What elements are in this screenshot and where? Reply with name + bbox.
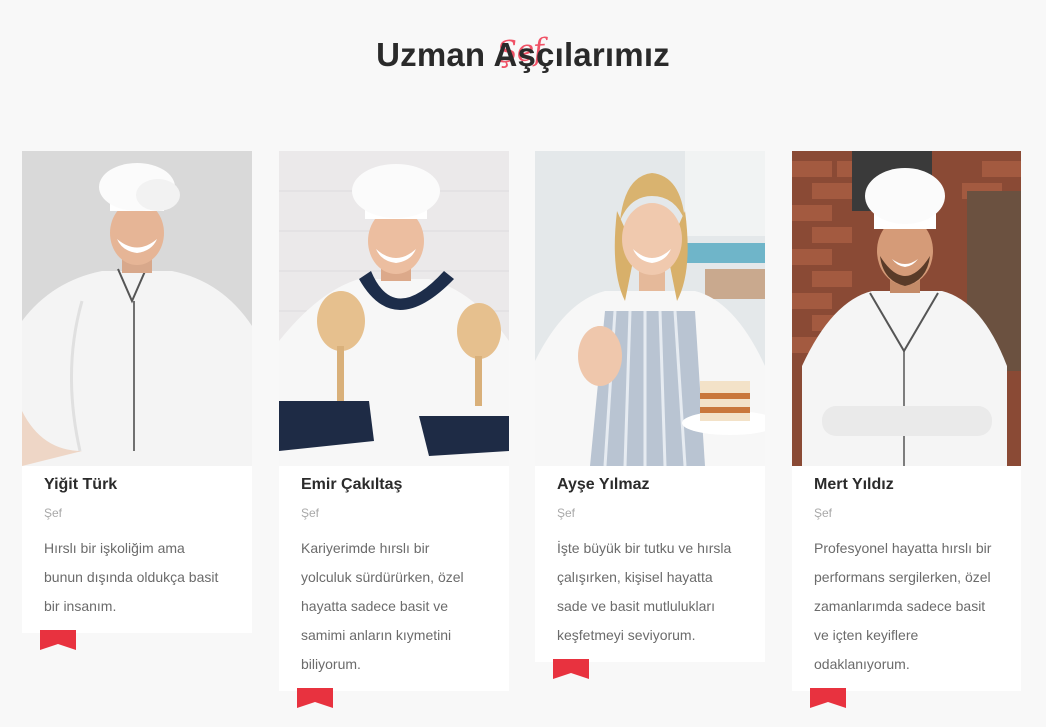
chef-card[interactable]: Emir Çakıltaş Şef Kariyerimde hırslı bir… (279, 151, 509, 691)
bio-line: yolculuk sürdürürken, özel (301, 569, 464, 585)
bio-line: keşfetmeyi seviyorum. (557, 627, 696, 643)
bookmark-ribbon-icon (297, 688, 333, 708)
chef-name: Yiğit Türk (44, 476, 118, 493)
bio-line: bunun dışında oldukça basit (44, 569, 219, 585)
chef-role: Şef (814, 506, 833, 520)
chef-card[interactable]: Mert Yıldız Şef Profesyonel hayatta hırs… (792, 151, 1021, 691)
bio-line: sade ve basit mutlulukları (557, 598, 715, 614)
bookmark-ribbon-icon (810, 688, 846, 708)
section-title: Uzman Aşçılarımız (376, 36, 670, 73)
chef-role: Şef (557, 506, 576, 520)
bio-line: performans sergilerken, özel (814, 569, 991, 585)
chef-card[interactable]: Ayşe Yılmaz Şef İşte büyük bir tutku ve … (535, 151, 765, 662)
bio-line: Profesyonel hayatta hırslı bir (814, 540, 992, 556)
bio-line: çalışırken, kişisel hayatta (557, 569, 713, 585)
chef-bio: İşte büyük bir tutku ve hırsla çalışırke… (557, 534, 743, 650)
chef-role: Şef (44, 506, 63, 520)
chef-photo (279, 151, 509, 466)
bio-line: bir insanım. (44, 598, 117, 614)
bio-line: Hırslı bir işkoliğim ama (44, 540, 185, 556)
chef-photo (535, 151, 765, 466)
chef-bio: Profesyonel hayatta hırslı bir performan… (814, 534, 999, 679)
chef-photo (792, 151, 1021, 466)
chef-name: Ayşe Yılmaz (557, 476, 650, 493)
bio-line: biliyorum. (301, 656, 361, 672)
chef-bio: Kariyerimde hırslı bir yolculuk sürdürür… (301, 534, 487, 679)
bookmark-ribbon-icon (40, 630, 76, 650)
bio-line: İşte büyük bir tutku ve hırsla (557, 540, 732, 556)
chef-name: Mert Yıldız (814, 476, 894, 493)
bio-line: samimi anların kıymetini (301, 627, 452, 643)
chef-card[interactable]: Yiğit Türk Şef Hırslı bir işkoliğim ama … (22, 151, 252, 633)
chef-bio: Hırslı bir işkoliğim ama bunun dışında o… (44, 534, 230, 621)
chef-name: Emir Çakıltaş (301, 476, 403, 493)
bio-line: ve içten keyiflere (814, 627, 919, 643)
chef-role: Şef (301, 506, 320, 520)
bio-line: odaklanıyorum. (814, 656, 910, 672)
bio-line: hayatta sadece basit ve (301, 598, 449, 614)
chef-photo (22, 151, 252, 466)
bookmark-ribbon-icon (553, 659, 589, 679)
bio-line: zamanlarımda sadece basit (814, 598, 986, 614)
bio-line: Kariyerimde hırslı bir (301, 540, 430, 556)
section-heading: Şef Uzman Aşçılarımız (0, 20, 1046, 90)
